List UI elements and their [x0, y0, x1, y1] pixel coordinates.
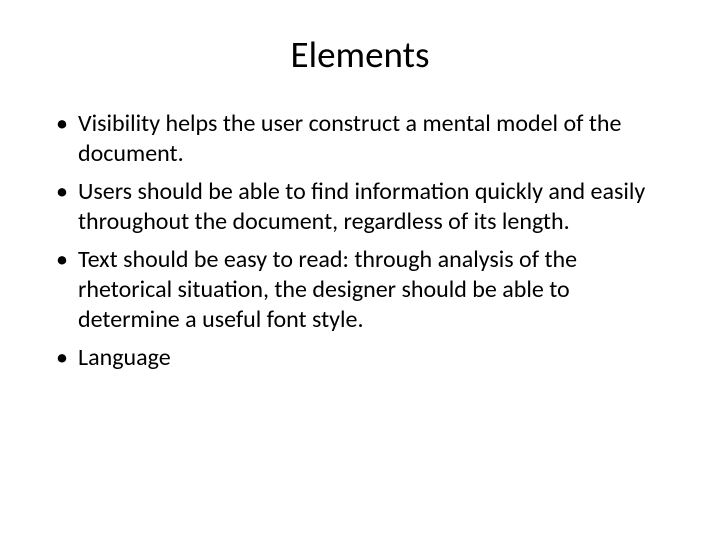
list-item: Text should be easy to read: through ana…: [50, 245, 670, 335]
slide-content: Elements Visibility helps the user const…: [0, 0, 720, 540]
list-item: Language: [50, 343, 670, 373]
slide-title: Elements: [50, 32, 670, 77]
list-item: Visibility helps the user construct a me…: [50, 109, 670, 169]
bullet-list: Visibility helps the user construct a me…: [50, 109, 670, 373]
list-item: Users should be able to find information…: [50, 177, 670, 237]
